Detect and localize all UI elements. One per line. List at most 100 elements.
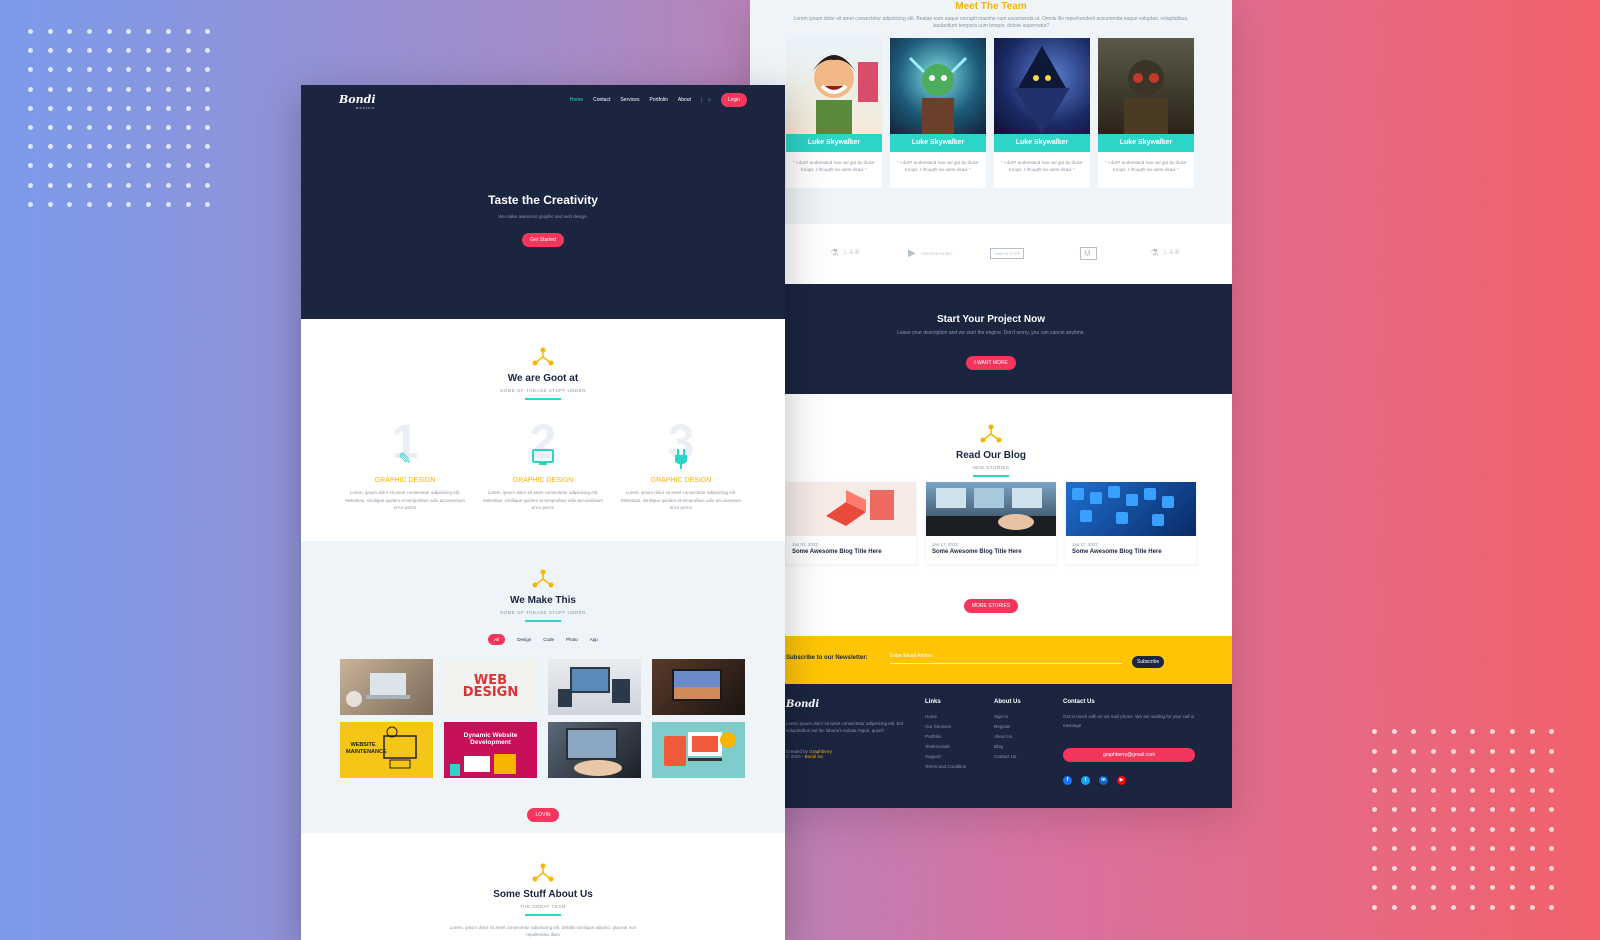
site-logo[interactable]: Bondi DESIGN <box>339 93 376 110</box>
facebook-icon[interactable]: f <box>1063 776 1072 785</box>
footer-link[interactable]: About Us <box>994 732 1054 742</box>
footer-link[interactable]: Portfolio <box>925 732 985 742</box>
feature-title: GRAPHIC DESIGN <box>374 477 436 484</box>
dot <box>87 48 93 54</box>
footer-link[interactable]: Support <box>925 752 985 762</box>
portfolio-item[interactable]: WEBSITE MAINTENANCE <box>340 722 433 778</box>
nav-portfolio[interactable]: Portfolio <box>650 97 668 103</box>
email-button[interactable]: graphberry@gmail.com <box>1063 748 1195 762</box>
footer-contact-text: Get in touch with us via mail phone. We … <box>1063 714 1195 728</box>
footer-link[interactable]: Terms and Condition <box>925 762 985 772</box>
team-card[interactable]: Luke Skywalker " I don't understand how … <box>994 38 1090 188</box>
team-card[interactable]: Luke Skywalker " I don't understand how … <box>786 38 882 188</box>
nav-services[interactable]: Services <box>620 97 639 103</box>
dot <box>106 182 112 188</box>
portfolio-item[interactable]: WEB DESIGN <box>444 659 537 715</box>
portfolio-item[interactable] <box>340 659 433 715</box>
dot <box>28 182 33 188</box>
team-card[interactable]: Luke Skywalker " I don't understand how … <box>1098 38 1194 188</box>
footer-link[interactable]: Contact Us <box>994 752 1054 762</box>
dot <box>47 67 53 73</box>
search-icon[interactable]: ⌕ <box>700 97 711 103</box>
dot <box>1391 787 1397 793</box>
blog-card[interactable]: Jan 01, 2022 Some Awesome Blog Title Her… <box>786 482 916 564</box>
login-button[interactable]: Login <box>720 93 747 107</box>
dot <box>106 105 112 111</box>
dot <box>1411 807 1417 812</box>
portfolio-item[interactable] <box>548 722 641 778</box>
dot <box>205 48 211 54</box>
more-stories-button[interactable]: MORE STORIES <box>963 599 1019 613</box>
blog-image <box>786 482 916 536</box>
brand-link[interactable]: Bondi Inc <box>805 754 824 759</box>
blog-post-title: Some Awesome Blog Title Here <box>932 549 1022 555</box>
dot <box>1372 787 1377 793</box>
subscribe-button[interactable]: Subscribe <box>1132 656 1165 668</box>
dot <box>28 144 33 150</box>
nav-home[interactable]: Home <box>570 97 583 103</box>
dot <box>146 105 152 111</box>
project-text: Leave your description and we start the … <box>897 330 1085 336</box>
dot <box>126 201 132 207</box>
dot <box>47 105 53 111</box>
portfolio-item[interactable]: Dynamic Website Development <box>444 722 537 778</box>
dot <box>146 144 152 150</box>
dot <box>1391 904 1397 910</box>
dot <box>185 67 191 73</box>
team-section: Meet The Team Lorem ipsum dolor sit amet… <box>750 0 1232 224</box>
footer-link[interactable]: Register <box>994 722 1054 732</box>
dot <box>1509 826 1515 832</box>
portfolio-item[interactable] <box>652 722 745 778</box>
filter-app[interactable]: App <box>590 637 598 642</box>
blog-card[interactable]: Jan 17, 2022 Some Awesome Blog Title Her… <box>926 482 1056 564</box>
dot <box>1529 807 1535 812</box>
dot <box>87 67 93 73</box>
filter-all[interactable]: All <box>488 633 506 645</box>
nav-contact[interactable]: Contact <box>593 97 610 103</box>
portfolio-item[interactable] <box>548 659 641 715</box>
dot <box>1490 865 1496 871</box>
filter-design[interactable]: Design <box>517 637 531 642</box>
footer-link[interactable]: Our Services <box>925 722 985 732</box>
nav-about[interactable]: About <box>678 97 691 103</box>
feature-title: GRAPHIC DESIGN <box>650 477 712 484</box>
i-want-more-button[interactable]: I WANT MORE <box>966 356 1016 370</box>
blog-image <box>926 482 1056 536</box>
linkedin-icon[interactable]: in <box>1099 776 1108 785</box>
filter-code[interactable]: Code <box>543 637 554 642</box>
footer-link[interactable]: Sign In <box>994 712 1054 722</box>
dot <box>1529 787 1535 793</box>
youtube-icon[interactable]: ▶ <box>1117 776 1126 785</box>
footer-link[interactable]: Home <box>925 712 985 722</box>
dot <box>1431 748 1437 754</box>
newsletter-email-input[interactable]: Enter Email Adress <box>890 653 1122 664</box>
dot <box>1391 748 1397 754</box>
blog-card[interactable]: Jan 17, 2022 Some Awesome Blog Title Her… <box>1066 482 1196 564</box>
filter-photo[interactable]: Photo <box>566 637 578 642</box>
dot <box>1411 865 1417 871</box>
dot <box>67 124 73 130</box>
dot <box>165 67 171 73</box>
dot <box>1411 748 1417 754</box>
team-name: Luke Skywalker <box>890 134 986 152</box>
feature-item: 2 GRAPHIC DESIGN Lorem, ipsum dolor sit … <box>479 419 607 512</box>
dot <box>87 144 93 150</box>
footer-link[interactable]: Testimonials <box>925 742 985 752</box>
dot <box>205 163 211 169</box>
portfolio-item[interactable] <box>652 659 745 715</box>
dot <box>185 29 191 34</box>
dot <box>1529 729 1535 734</box>
dot <box>28 86 33 92</box>
dot <box>1470 748 1476 754</box>
services-section: We are Goot at SOME OF THEASE STUFF UNDE… <box>301 319 785 541</box>
get-started-button[interactable]: Get Started <box>522 233 564 247</box>
team-description: Lorem ipsum dolor sit amet consectetur a… <box>793 16 1189 29</box>
dot <box>165 144 171 150</box>
twitter-icon[interactable]: t <box>1081 776 1090 785</box>
footer-link[interactable]: Blog <box>994 742 1054 752</box>
more-portfolio-button[interactable]: LOVIN <box>527 808 559 822</box>
monitor-icon <box>532 449 554 472</box>
dot <box>67 182 73 188</box>
dot <box>1470 787 1476 793</box>
team-card[interactable]: Luke Skywalker " I don't understand how … <box>890 38 986 188</box>
